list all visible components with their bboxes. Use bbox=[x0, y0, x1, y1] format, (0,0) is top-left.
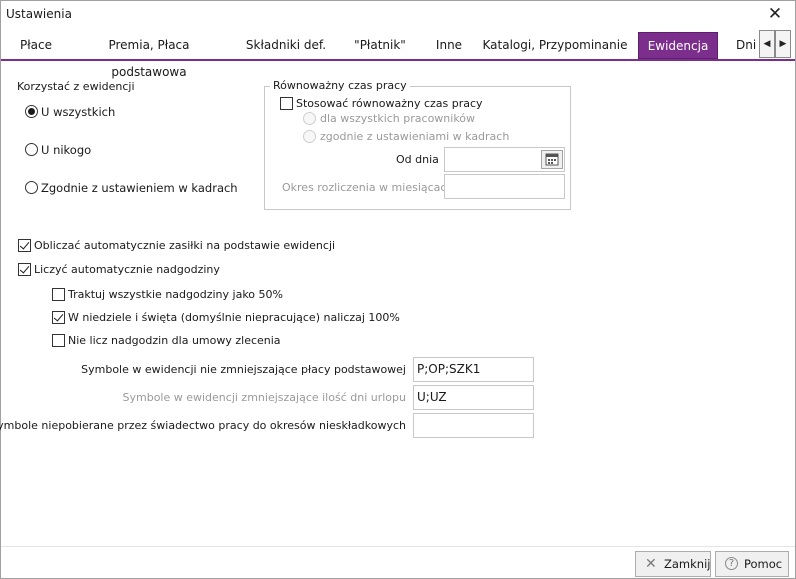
tab-inne[interactable]: Inne bbox=[425, 32, 473, 59]
radio-equivalent-all-label: dla wszystkich pracowników bbox=[320, 112, 476, 125]
symbols-certificate-field[interactable] bbox=[413, 413, 534, 438]
use-equivalent-label: Stosować równoważny czas pracy bbox=[296, 97, 483, 110]
radio-u-wszystkich-label: U wszystkich bbox=[41, 105, 116, 119]
caret-left-icon[interactable]: ◀ bbox=[759, 30, 775, 58]
tab-katalogi[interactable]: Katalogi, Przypominanie bbox=[481, 32, 629, 59]
from-day-label: Od dnia bbox=[396, 153, 439, 166]
period-field[interactable] bbox=[444, 174, 565, 199]
use-equivalent-checkbox[interactable] bbox=[280, 97, 293, 110]
radio-equivalent-all[interactable] bbox=[303, 112, 316, 125]
tab-place[interactable]: Płace bbox=[11, 32, 61, 59]
radio-zgodnie-z-kadrami-label: Zgodnie z ustawieniem w kadrach bbox=[41, 181, 238, 195]
radio-u-nikogo[interactable] bbox=[25, 143, 38, 156]
overtime-50-label: Traktuj wszystkie nadgodziny jako 50% bbox=[68, 288, 283, 301]
overtime-checkbox[interactable] bbox=[18, 263, 31, 276]
tab-skladniki[interactable]: Składniki def. bbox=[235, 32, 337, 59]
no-overtime-contract-label: Nie licz nadgodzin dla umowy zlecenia bbox=[68, 334, 281, 347]
tab-bar: Płace Premia, Płaca podstawowa Składniki… bbox=[1, 28, 795, 79]
close-button-label: Zamknij bbox=[664, 557, 711, 571]
benefits-label: Obliczać automatycznie zasiłki na podsta… bbox=[34, 239, 336, 252]
no-overtime-contract-checkbox[interactable] bbox=[52, 334, 65, 347]
equivalent-time-title: Równoważny czas pracy bbox=[270, 79, 410, 92]
radio-u-wszystkich[interactable] bbox=[25, 105, 38, 118]
tab-premia[interactable]: Premia, Płaca podstawowa bbox=[71, 32, 227, 79]
symbols-not-reducing-field[interactable]: P;OP;SZK1 bbox=[413, 357, 534, 382]
tab-ewidencja[interactable]: Ewidencja bbox=[638, 32, 718, 59]
period-label: Okres rozliczenia w miesiącach bbox=[282, 181, 454, 194]
close-button[interactable]: ✕ Zamknij bbox=[635, 551, 711, 577]
tab-dni[interactable]: Dni bbox=[728, 32, 762, 59]
calendar-icon[interactable] bbox=[541, 150, 563, 169]
radio-u-nikogo-label: U nikogo bbox=[41, 143, 92, 157]
sundays-100-checkbox[interactable] bbox=[52, 311, 65, 324]
footer-divider bbox=[1, 546, 795, 547]
symbols-certificate-label: Symbole niepobierane przez świadectwo pr… bbox=[0, 419, 406, 432]
window-title: Ustawienia bbox=[6, 7, 72, 21]
settings-window: Ustawienia ✕ Płace Premia, Płaca podstaw… bbox=[0, 0, 796, 579]
close-x-icon: ✕ bbox=[645, 556, 657, 572]
radio-zgodnie-z-kadrami[interactable] bbox=[25, 181, 38, 194]
benefits-checkbox[interactable] bbox=[18, 239, 31, 252]
symbols-vacation-label: Symbole w ewidencji zmniejszające ilość … bbox=[122, 391, 407, 404]
sundays-100-label: W niedziele i święta (domyślnie niepracu… bbox=[68, 311, 400, 324]
help-button[interactable]: ? Pomoc bbox=[715, 551, 789, 577]
overtime-label: Liczyć automatycznie nadgodziny bbox=[34, 263, 220, 276]
help-button-label: Pomoc bbox=[744, 557, 783, 571]
overtime-50-checkbox[interactable] bbox=[52, 288, 65, 301]
usage-title: Korzystać z ewidencji bbox=[17, 80, 135, 93]
symbols-vacation-field[interactable]: U;UZ bbox=[413, 385, 534, 410]
close-icon[interactable]: ✕ bbox=[765, 4, 785, 24]
caret-right-icon[interactable]: ▶ bbox=[775, 30, 791, 58]
radio-equivalent-kadry-label: zgodnie z ustawieniami w kadrach bbox=[320, 130, 510, 143]
help-icon: ? bbox=[725, 557, 738, 570]
radio-equivalent-kadry[interactable] bbox=[303, 130, 316, 143]
title-bar: Ustawienia ✕ bbox=[1, 1, 795, 27]
symbols-not-reducing-label: Symbole w ewidencji nie zmniejszające pł… bbox=[81, 363, 406, 376]
tab-platnik[interactable]: "Płatnik" bbox=[345, 32, 415, 59]
